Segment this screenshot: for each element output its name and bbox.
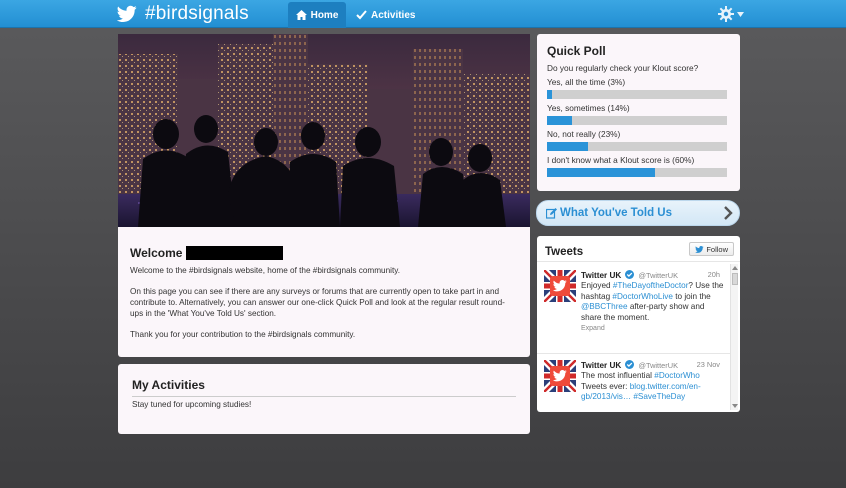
my-activities-card: My Activities Stay tuned for upcoming st… xyxy=(118,364,530,434)
nav-activities-label: Activities xyxy=(371,9,416,21)
tweet-text-fragment: The most influential xyxy=(581,371,655,380)
poll-option-bar[interactable] xyxy=(547,142,727,151)
tweets-scrollbar[interactable] xyxy=(730,264,738,410)
avatar[interactable] xyxy=(544,360,576,392)
top-bar: #birdsignals Home Activities xyxy=(0,0,846,28)
tweet-text-fragment: Tweets ever: xyxy=(581,381,630,391)
poll-option-bar[interactable] xyxy=(547,116,727,125)
welcome-paragraph: On this page you can see if there are an… xyxy=(130,287,505,318)
avatar[interactable] xyxy=(544,270,576,302)
tweet-timestamp[interactable]: 23 Nov xyxy=(697,360,720,370)
follow-button[interactable]: Follow xyxy=(689,242,734,256)
tweet-link[interactable]: #DoctorWho xyxy=(654,371,700,380)
city-night-silhouettes xyxy=(118,34,530,227)
tweet-text-fragment: to join the xyxy=(672,291,711,301)
redacted-username xyxy=(186,246,284,260)
tweet-timestamp[interactable]: 20h xyxy=(708,270,720,280)
tweet-header: Twitter UK @TwitterUK 23 Nov xyxy=(581,360,724,370)
poll-option-fill xyxy=(547,90,553,99)
tweet-author-name[interactable]: Twitter UK xyxy=(581,271,621,280)
chevron-right-icon xyxy=(724,206,733,220)
tweets-widget: Tweets Follow Twitter UK @TwitterUK 20h … xyxy=(537,236,740,412)
follow-label: Follow xyxy=(706,244,728,254)
tweet-text: The most influential #DoctorWho Tweets e… xyxy=(581,371,724,403)
verified-badge-icon xyxy=(625,270,635,279)
tweet-body: Twitter UK @TwitterUK 20h Enjoyed #TheDa… xyxy=(581,270,724,332)
welcome-paragraph: Thank you for your contribution to the #… xyxy=(130,330,356,339)
welcome-paragraph: Welcome to the #birdsignals website, hom… xyxy=(130,266,401,275)
scroll-down-arrow-icon[interactable] xyxy=(732,404,738,408)
tweet-link[interactable]: #SaveTheDay xyxy=(633,392,685,401)
hero-image xyxy=(118,34,530,227)
verified-badge-icon xyxy=(625,360,635,369)
nav-home-tab[interactable]: Home xyxy=(288,2,346,28)
site-title: #birdsignals xyxy=(145,3,249,24)
edit-icon xyxy=(546,207,557,219)
poll-option-fill xyxy=(547,142,589,151)
nav-activities-tab[interactable]: Activities xyxy=(356,2,415,28)
tweet-text: Enjoyed #TheDayoftheDoctor? Use the hash… xyxy=(581,281,724,323)
poll-option-bar[interactable] xyxy=(547,168,727,177)
my-activities-text: Stay tuned for upcoming studies! xyxy=(132,400,252,409)
what-youve-told-us-button[interactable]: What You've Told Us xyxy=(536,200,740,226)
brand[interactable]: #birdsignals xyxy=(117,2,249,26)
tweet-header: Twitter UK @TwitterUK 20h xyxy=(581,270,724,280)
welcome-heading: Welcome xyxy=(130,245,518,261)
poll-option-fill xyxy=(547,168,655,177)
tweet-author-name[interactable]: Twitter UK xyxy=(581,361,621,370)
tweet-author-handle[interactable]: @TwitterUK xyxy=(638,361,678,370)
home-icon xyxy=(295,10,307,20)
poll-option-fill xyxy=(547,116,573,125)
poll-option-label: I don't know what a Klout score is (60%) xyxy=(547,155,695,165)
welcome-title: Welcome xyxy=(130,246,183,260)
poll-option-label: Yes, sometimes (14%) xyxy=(547,103,630,113)
what-youve-told-us-label: What You've Told Us xyxy=(560,207,672,219)
nav-home-label: Home xyxy=(310,9,339,21)
scrollbar-thumb[interactable] xyxy=(732,273,738,285)
poll-question: Do you regularly check your Klout score? xyxy=(547,63,699,73)
quick-poll-title: Quick Poll xyxy=(547,44,606,58)
tweet-author-handle[interactable]: @TwitterUK xyxy=(638,271,678,280)
tweet-divider xyxy=(537,353,732,354)
twitter-bird-icon xyxy=(117,5,137,23)
poll-options: Yes, all the time (3%) Yes, sometimes (1… xyxy=(547,77,730,177)
welcome-card: Welcome Welcome to the #birdsignals webs… xyxy=(118,227,530,357)
poll-option-label: No, not really (23%) xyxy=(547,129,621,139)
scroll-up-arrow-icon[interactable] xyxy=(732,266,738,270)
settings-menu[interactable] xyxy=(718,5,744,23)
twitter-bird-icon xyxy=(695,245,704,253)
poll-option-bar[interactable] xyxy=(547,90,727,99)
chevron-down-icon xyxy=(737,11,744,17)
gear-icon xyxy=(718,6,734,22)
tweet-text-fragment: Enjoyed xyxy=(581,281,613,290)
tweets-header: Tweets Follow xyxy=(537,236,740,262)
tweet-link[interactable]: #DoctorWhoLive xyxy=(612,292,673,301)
tweet-body: Twitter UK @TwitterUK 23 Nov The most in… xyxy=(581,360,724,403)
poll-option-label: Yes, all the time (3%) xyxy=(547,77,626,87)
tweet-expand-link[interactable]: Expand xyxy=(581,325,724,332)
tweet-link[interactable]: #TheDayoftheDoctor xyxy=(613,281,689,290)
checkmark-icon xyxy=(356,10,367,20)
quick-poll-card: Quick Poll Do you regularly check your K… xyxy=(537,34,740,191)
tweet-link[interactable]: @BBCThree xyxy=(581,302,628,311)
my-activities-title: My Activities xyxy=(132,378,516,397)
tweets-title: Tweets xyxy=(545,246,584,258)
